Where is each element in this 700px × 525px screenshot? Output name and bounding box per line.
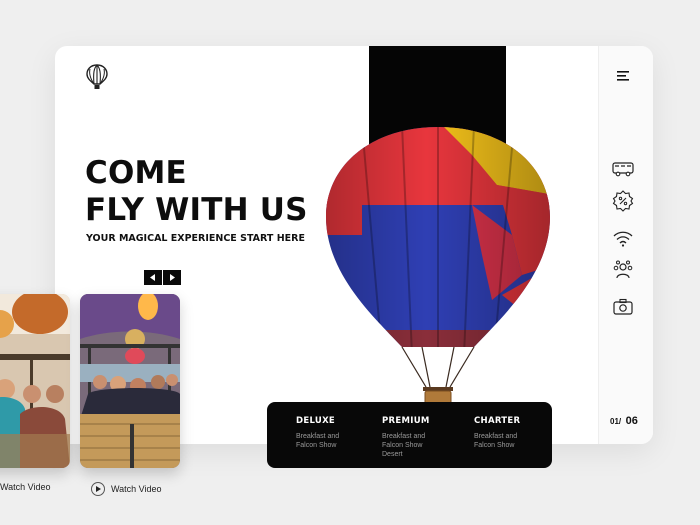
package-desc-line: Breakfast and (382, 433, 426, 440)
package-title: PREMIUM (382, 416, 430, 426)
video-thumbnail-2[interactable] (80, 294, 180, 468)
watch-video-link-2[interactable]: Watch Video (91, 482, 162, 496)
previous-button[interactable] (144, 270, 162, 285)
package-desc-line: Falcon Show (474, 442, 515, 449)
discount-badge-icon[interactable] (612, 190, 634, 212)
menu-icon[interactable] (617, 71, 629, 81)
play-icon (91, 482, 105, 496)
balloon-logo-icon[interactable] (86, 64, 108, 90)
arrow-left-icon (150, 274, 155, 281)
package-desc-line: Falcon Show (382, 442, 423, 449)
package-description: Breakfast and Falcon Show (474, 432, 554, 450)
package-desc-line: Breakfast and (296, 433, 340, 440)
package-desc-line: Falcon Show (296, 442, 337, 449)
video-thumbnail-1-image (0, 294, 70, 468)
package-desc-line: Breakfast and (474, 433, 518, 440)
watch-video-link-1[interactable]: Watch Video (0, 482, 51, 492)
video-thumbnail-2-image (80, 294, 180, 468)
package-premium[interactable]: PREMIUM Breakfast and Falcon Show Desert (382, 416, 462, 459)
packages-panel: DELUXE Breakfast and Falcon Show PREMIUM… (267, 402, 552, 468)
tagline: YOUR MAGICAL EXPERIENCE START HERE (86, 233, 305, 244)
arrow-right-icon (170, 274, 175, 281)
headline-line-1: COME (85, 155, 187, 191)
package-title: CHARTER (474, 416, 521, 426)
package-title: DELUXE (296, 416, 336, 426)
slide-current: 01/ (610, 417, 622, 426)
slide-total: 06 (625, 415, 638, 427)
package-deluxe[interactable]: DELUXE Breakfast and Falcon Show (296, 416, 376, 450)
watch-video-label-2: Watch Video (111, 484, 162, 494)
camera-icon[interactable] (612, 296, 634, 318)
slide-counter: 01/ 06 (610, 411, 638, 429)
watch-video-label-1: Watch Video (0, 482, 51, 492)
page-title: COME FLY WITH US (85, 155, 308, 229)
package-desc-line: Desert (382, 451, 403, 458)
bus-icon[interactable] (612, 157, 634, 179)
next-button[interactable] (163, 270, 181, 285)
headline-line-2: FLY WITH US (85, 192, 308, 228)
package-charter[interactable]: CHARTER Breakfast and Falcon Show (474, 416, 554, 450)
wifi-icon[interactable] (612, 228, 634, 250)
video-thumbnail-1[interactable] (0, 294, 70, 468)
slider-controls (144, 270, 181, 285)
package-description: Breakfast and Falcon Show (296, 432, 376, 450)
group-icon[interactable] (612, 259, 634, 281)
package-description: Breakfast and Falcon Show Desert (382, 432, 462, 459)
hot-air-balloon-image (326, 127, 550, 412)
